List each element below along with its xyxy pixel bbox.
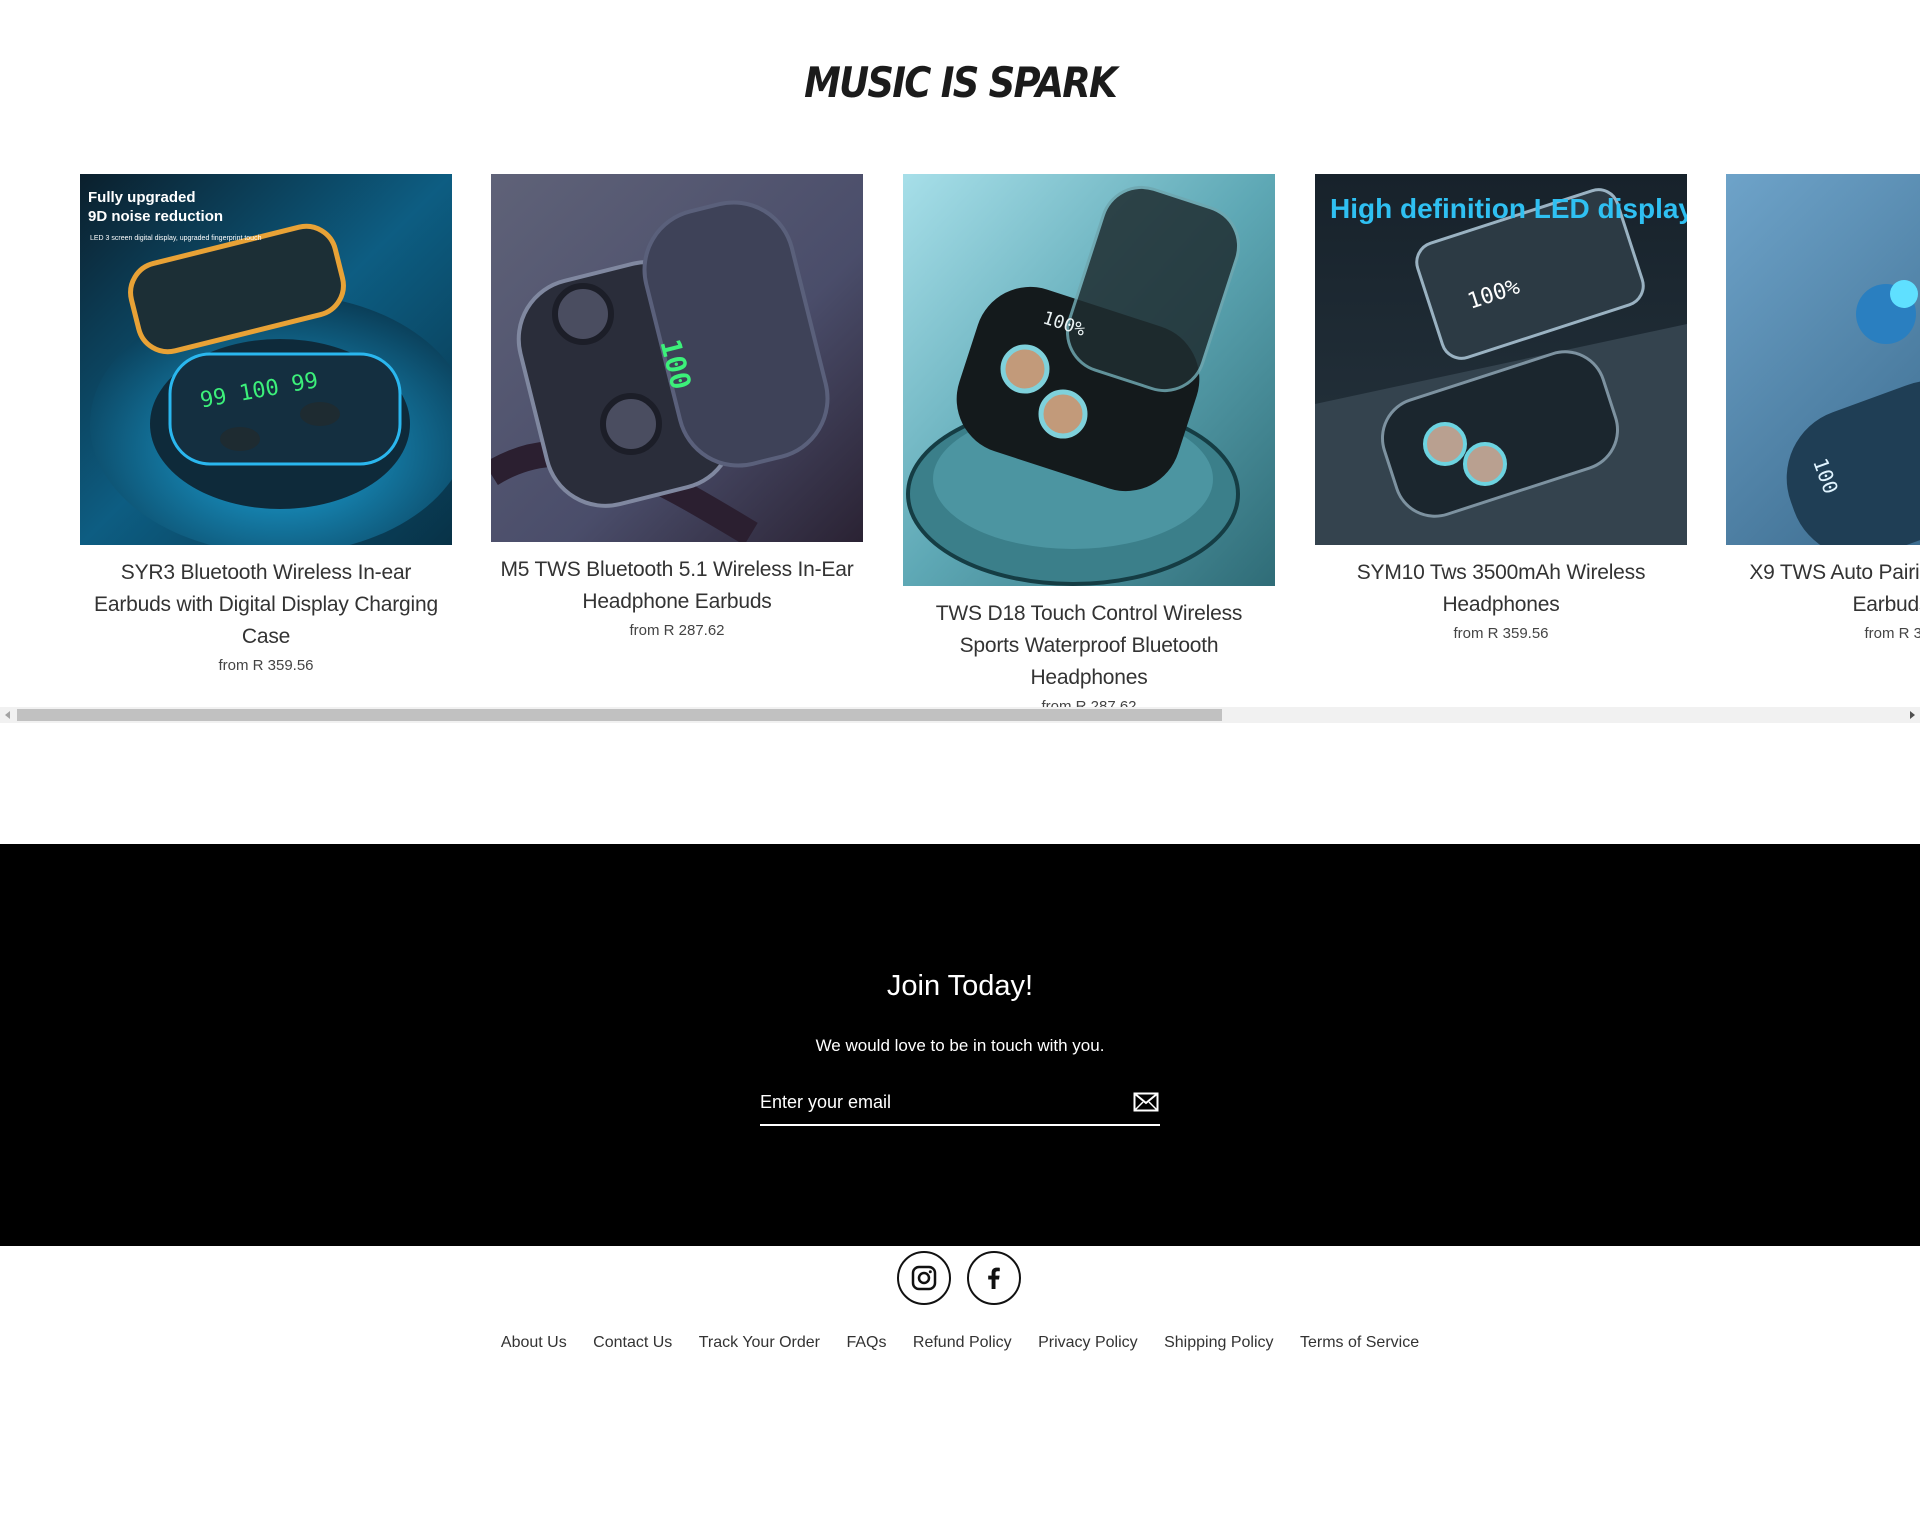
instagram-icon: [911, 1265, 937, 1291]
footer-link-shipping-policy[interactable]: Shipping Policy: [1164, 1334, 1273, 1351]
product-price: from R 359.56: [218, 657, 314, 674]
footer-link-faqs[interactable]: FAQs: [846, 1334, 886, 1351]
footer-links: About Us Contact Us Track Your Order FAQ…: [0, 1334, 1920, 1352]
email-input[interactable]: [760, 1082, 1100, 1122]
scroll-right-arrow-icon[interactable]: [1910, 711, 1915, 719]
image-caption: Fully upgraded: [88, 189, 196, 206]
product-title[interactable]: SYR3 Bluetooth Wireless In-ear Earbuds w…: [80, 557, 452, 653]
product-title[interactable]: M5 TWS Bluetooth 5.1 Wireless In-Ear Hea…: [491, 554, 863, 618]
subscribe-button[interactable]: [1132, 1092, 1160, 1114]
product-carousel[interactable]: 99 100 99 Fully upgraded 9D noise reduct…: [0, 174, 1920, 724]
newsletter-form: [760, 1082, 1160, 1126]
product-price: from R 359.56: [1453, 625, 1549, 642]
product-image[interactable]: 100: [491, 174, 863, 542]
footer-link-terms-of-service[interactable]: Terms of Service: [1300, 1334, 1419, 1351]
footer-link-contact-us[interactable]: Contact Us: [593, 1334, 672, 1351]
product-title[interactable]: X9 TWS Auto Pairing Touch Control Earbud…: [1726, 557, 1920, 621]
product-card[interactable]: 100% TWS D18 Touch Control Wireless Spor…: [903, 174, 1275, 715]
instagram-link[interactable]: [897, 1251, 951, 1305]
product-card[interactable]: 100 M5 TWS Bluetooth 5.1 Wireless In-Ear…: [491, 174, 863, 639]
footer-link-privacy-policy[interactable]: Privacy Policy: [1038, 1334, 1138, 1351]
product-image[interactable]: 100: [1726, 174, 1920, 545]
facebook-link[interactable]: [967, 1251, 1021, 1305]
newsletter-subtitle: We would love to be in touch with you.: [815, 1036, 1105, 1055]
facebook-icon: [988, 1267, 1000, 1289]
section-title: MUSIC IS SPARK: [804, 58, 1118, 107]
footer-link-track-order[interactable]: Track Your Order: [699, 1334, 820, 1351]
product-image[interactable]: 100%: [903, 174, 1275, 586]
product-price: from R 287.62: [629, 622, 725, 639]
product-price: from R 359.56: [1864, 625, 1920, 642]
scroll-left-arrow-icon[interactable]: [5, 711, 10, 719]
image-caption: LED 3 screen digital display, upgraded f…: [90, 235, 262, 242]
envelope-icon: [1133, 1092, 1159, 1112]
product-image[interactable]: 99 100 99 Fully upgraded 9D noise reduct…: [80, 174, 452, 545]
product-title[interactable]: SYM10 Tws 3500mAh Wireless Headphones: [1315, 557, 1687, 621]
newsletter-section: Join Today! We would love to be in touch…: [0, 844, 1920, 1246]
footer-link-refund-policy[interactable]: Refund Policy: [913, 1334, 1012, 1351]
product-title[interactable]: TWS D18 Touch Control Wireless Sports Wa…: [903, 598, 1275, 694]
carousel-scrollbar[interactable]: [0, 707, 1920, 723]
scrollbar-thumb[interactable]: [17, 709, 1222, 721]
product-image[interactable]: 100% High definition LED display: [1315, 174, 1687, 545]
product-card[interactable]: 100% High definition LED display SYM10 T…: [1315, 174, 1687, 642]
footer-link-about-us[interactable]: About Us: [501, 1334, 567, 1351]
image-caption: 9D noise reduction: [88, 208, 223, 225]
image-caption: High definition LED display: [1330, 193, 1687, 224]
product-card[interactable]: 99 100 99 Fully upgraded 9D noise reduct…: [80, 174, 452, 674]
newsletter-title: Join Today!: [886, 970, 1034, 1002]
product-card[interactable]: 100 X9 TWS Auto Pairing Touch Control Ea…: [1726, 174, 1920, 642]
